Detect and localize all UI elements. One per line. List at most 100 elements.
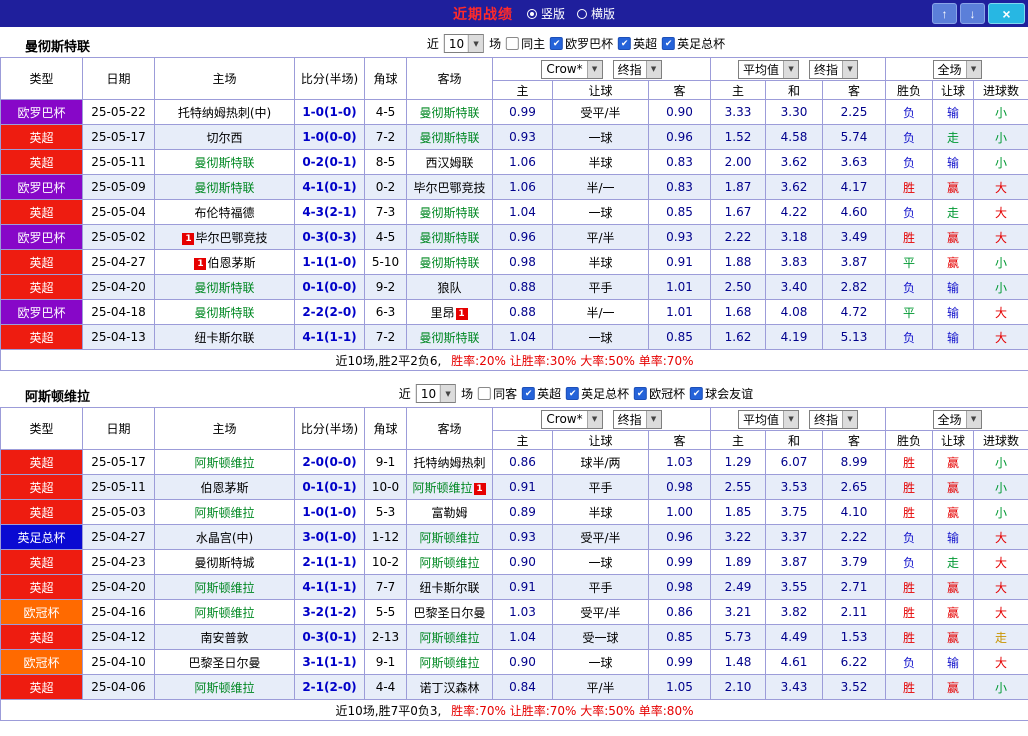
match-count-dropdown[interactable]: 10 ▼	[415, 384, 457, 403]
subcol-avg-away: 客	[822, 430, 887, 450]
goals-result-cell: 大	[973, 549, 1028, 575]
away-team-cell: 诺丁汉森林	[406, 674, 493, 700]
home-odds-cell: 0.89	[492, 499, 553, 525]
avg-draw-cell: 3.75	[765, 499, 824, 525]
filter-checkbox-unchecked[interactable]: 同主	[506, 35, 545, 52]
down-arrow-icon: ↓	[969, 6, 976, 21]
move-up-button[interactable]: ↑	[932, 3, 957, 24]
avg-draw-cell: 3.55	[765, 574, 824, 600]
avg-odds-dropdown[interactable]: 平均值 ▼	[738, 409, 800, 429]
filter-checkbox-checked[interactable]: ✔ 欧罗巴杯	[550, 35, 613, 52]
avg-home-cell: 2.55	[710, 474, 767, 500]
match-result-cell: 胜	[885, 574, 934, 600]
close-button[interactable]: ×	[988, 3, 1025, 24]
col-header-away: 客场	[406, 57, 493, 100]
avg-time-dropdown[interactable]: 终指 ▼	[809, 409, 859, 429]
score-cell: 3-1(1-1)	[294, 649, 365, 675]
scope-dropdown[interactable]: 全场 ▼	[932, 409, 982, 429]
stats-footer: 近10场,胜2平2负6, 胜率:20% 让胜率:30% 大率:50% 单率:70…	[0, 349, 1028, 371]
score-cell: 4-3(2-1)	[294, 199, 365, 225]
away-odds-cell: 1.01	[647, 274, 712, 300]
handicap-result-cell: 赢	[932, 599, 975, 625]
home-odds-cell: 1.04	[492, 199, 553, 225]
odds-source-value: Crow*	[546, 412, 583, 426]
match-result-cell: 负	[885, 524, 934, 550]
home-odds-cell: 0.86	[492, 449, 553, 475]
filter-checkbox-checked[interactable]: ✔ 欧冠杯	[634, 385, 685, 402]
avg-home-cell: 3.33	[710, 99, 767, 125]
corner-cell: 2-13	[364, 624, 407, 650]
league-type-cell: 英超	[0, 199, 83, 225]
handicap-result-cell: 赢	[932, 574, 975, 600]
away-team-cell: 阿斯顿维拉	[406, 649, 493, 675]
corner-cell: 5-5	[364, 599, 407, 625]
move-down-button[interactable]: ↓	[960, 3, 985, 24]
subcol-handicap-result: 让球	[932, 430, 975, 450]
home-odds-cell: 0.90	[492, 549, 553, 575]
filter-checkbox-checked[interactable]: ✔ 英足总杯	[566, 385, 629, 402]
avg-home-cell: 1.87	[710, 174, 767, 200]
avg-away-cell: 5.13	[822, 324, 887, 350]
filter-checkbox-checked[interactable]: ✔ 英超	[618, 35, 657, 52]
avg-time-value: 终指	[814, 62, 839, 77]
chevron-down-icon: ▼	[586, 410, 602, 428]
league-type-cell: 英足总杯	[0, 524, 83, 550]
odds-time-dropdown[interactable]: 终指 ▼	[612, 409, 662, 429]
filter-checkbox-unchecked[interactable]: 同客	[478, 385, 517, 402]
avg-away-cell: 2.71	[822, 574, 887, 600]
away-odds-cell: 0.90	[647, 99, 712, 125]
corner-cell: 8-5	[364, 149, 407, 175]
matches-body: 欧罗巴杯 25-05-22 托特纳姆热刺(中) 1-0(1-0) 4-5 曼彻斯特联 0.9…	[0, 99, 1028, 350]
odds-source-dropdown[interactable]: Crow* ▼	[541, 409, 603, 429]
subcol-avg-away: 客	[822, 80, 887, 100]
avg-draw-cell: 3.43	[765, 674, 824, 700]
checkbox-icon: ✔	[690, 387, 704, 400]
filter-checkbox-checked[interactable]: ✔ 英超	[522, 385, 561, 402]
avg-away-cell: 3.87	[822, 249, 887, 275]
avg-draw-cell: 3.87	[765, 549, 824, 575]
record-summary: 近10场,胜2平2负6,	[335, 353, 442, 368]
avg-odds-value: 平均值	[743, 412, 780, 427]
radio-vertical-layout[interactable]: 竖版	[526, 5, 565, 22]
match-row: 英超 25-04-23 曼彻斯特城 2-1(1-1) 10-2 阿斯顿维拉 0.90 一球 0.…	[0, 549, 1028, 575]
chevron-down-icon: ▼	[468, 35, 484, 52]
team-name-text: 曼彻斯特联	[419, 230, 480, 245]
checkbox-label: 英足总杯	[581, 387, 630, 401]
chevron-down-icon: ▼	[965, 60, 981, 78]
handicap-cell: 受平/半	[552, 99, 649, 125]
scope-dropdown[interactable]: 全场 ▼	[932, 59, 982, 79]
team-name-text: 曼彻斯特联	[419, 105, 480, 120]
avg-home-cell: 3.22	[710, 524, 767, 550]
date-cell: 25-05-09	[82, 174, 155, 200]
avg-home-cell: 2.10	[710, 674, 767, 700]
away-team-cell: 西汉姆联	[406, 149, 493, 175]
score-cell: 1-1(1-0)	[294, 249, 365, 275]
filter-checkbox-checked[interactable]: ✔ 英足总杯	[662, 35, 725, 52]
avg-away-cell: 8.99	[822, 449, 887, 475]
handicap-cell: 半球	[552, 249, 649, 275]
subcol-odds-home: 主	[492, 430, 553, 450]
filter-checkbox-checked[interactable]: ✔ 球会友谊	[690, 385, 753, 402]
red-card-badge: 1	[473, 482, 486, 495]
filter-bar: 近 10 ▼ 场同主 ✔ 欧罗巴杯 ✔ 英超 ✔ 英足总杯	[427, 34, 725, 53]
avg-time-dropdown[interactable]: 终指 ▼	[809, 59, 859, 79]
record-rates: 胜率:20% 让胜率:30% 大率:50% 单率:70%	[451, 353, 694, 368]
avg-away-cell: 4.10	[822, 499, 887, 525]
goals-result-cell: 小	[973, 674, 1028, 700]
handicap-result-cell: 赢	[932, 674, 975, 700]
league-type-cell: 英超	[0, 274, 83, 300]
odds-source-dropdown[interactable]: Crow* ▼	[541, 59, 603, 79]
match-row: 英超 25-05-17 切尔西 1-0(0-0) 7-2 曼彻斯特联 0.93 一球 0.96 1…	[0, 124, 1028, 150]
corner-cell: 4-5	[364, 224, 407, 250]
avg-odds-dropdown[interactable]: 平均值 ▼	[738, 59, 800, 79]
avg-draw-cell: 3.62	[765, 174, 824, 200]
odds-time-dropdown[interactable]: 终指 ▼	[612, 59, 662, 79]
match-count-dropdown[interactable]: 10 ▼	[443, 34, 485, 53]
home-odds-cell: 0.98	[492, 249, 553, 275]
chevron-down-icon: ▼	[783, 60, 799, 78]
avg-draw-cell: 4.08	[765, 299, 824, 325]
corner-cell: 9-1	[364, 449, 407, 475]
checkbox-label: 英超	[633, 37, 658, 51]
subcol-goals-result: 进球数	[973, 430, 1028, 450]
radio-horizontal-layout[interactable]: 横版	[577, 5, 615, 22]
